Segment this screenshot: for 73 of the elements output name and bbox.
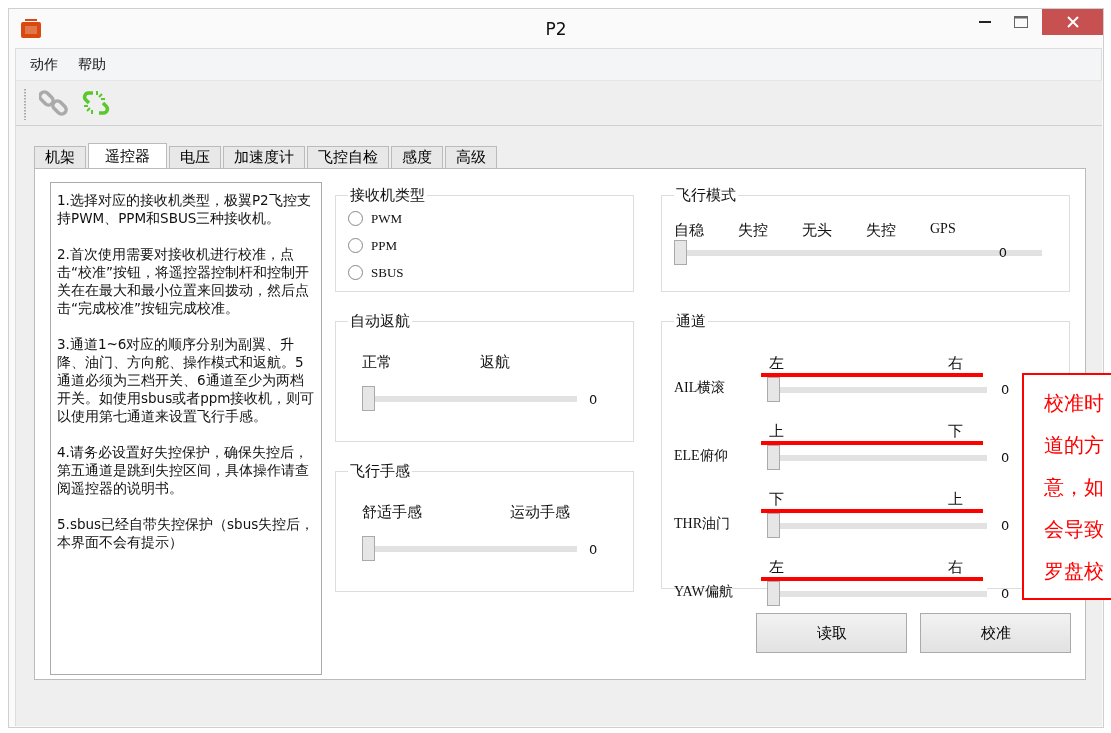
group-title: 接收机类型: [349, 186, 426, 205]
toolbar-grip: [24, 86, 27, 120]
slider-label: 上: [769, 422, 784, 441]
channel-label: THR油门: [674, 515, 731, 533]
minimize-icon: [979, 20, 991, 24]
slider-value: 0: [1001, 382, 1010, 399]
tab[interactable]: 高级: [445, 146, 497, 168]
slider-label: 正常: [362, 353, 392, 372]
window-title: P2: [544, 18, 568, 39]
slider-label: 运动手感: [510, 503, 570, 522]
callout-text: 意，如: [1044, 474, 1105, 501]
radio-label: PWM: [371, 210, 403, 227]
callout-text: 会导致: [1044, 516, 1105, 543]
callout-text: 校准时: [1044, 390, 1105, 417]
slider-label: 左: [769, 558, 784, 577]
slider-label: 舒适手感: [362, 503, 422, 522]
mode-label: 失控: [738, 221, 768, 240]
tab[interactable]: 加速度计: [223, 146, 305, 168]
mode-label: GPS: [930, 221, 956, 238]
group-title: 飞行模式: [675, 186, 737, 205]
group-title: 飞行手感: [349, 462, 411, 481]
slider-thumb[interactable]: [362, 386, 375, 411]
slider-label: 左: [769, 354, 784, 373]
help-paragraph: 5.sbus已经自带失控保护（sbus失控后，本界面不会有提示）: [57, 515, 315, 551]
app-logo-icon: [21, 18, 41, 39]
radio-label: PPM: [371, 237, 398, 254]
help-paragraph: 4.请务必设置好失控保护，确保失控后，第五通道是跳到失控区间，具体操作请查阅遥控器的说明书。: [57, 443, 310, 497]
tab[interactable]: 遥控器: [88, 143, 167, 168]
slider-value: 0: [589, 541, 598, 557]
group-title: 自动返航: [349, 312, 411, 331]
group-title: 通道: [675, 312, 707, 331]
help-paragraph: 1.选择对应的接收机类型，极翼P2飞控支持PWM、PPM和SBUS三种接收机。: [57, 191, 312, 227]
slider-label: 下: [948, 422, 963, 441]
channel-label: YAW偏航: [674, 583, 734, 601]
tab[interactable]: 机架: [34, 146, 86, 168]
slider-label: 返航: [480, 353, 510, 372]
tab[interactable]: 电压: [169, 146, 221, 168]
tab[interactable]: 飞控自检: [307, 146, 389, 168]
channel-label: AIL横滚: [674, 379, 727, 397]
push-button[interactable]: 校准: [920, 613, 1071, 653]
slider-value: 0: [1001, 518, 1010, 535]
slider-value: 0: [998, 245, 1007, 260]
slider-thumb[interactable]: [362, 536, 375, 561]
slider-thumb[interactable]: [674, 240, 687, 265]
help-paragraph: 2.首次使用需要对接收机进行校准，点击“校准”按钮，将遥控器控制杆和控制开关在在最大和最小位置来回拨动，然后点击“完成校准”按钮完成校准。: [57, 245, 310, 317]
help-paragraph: 3.通道1~6对应的顺序分别为副翼、升降、油门、方向舵、操作模式和返航。5通道必须为三档开关、6通道至少为两档开关。如使用sbus或者ppm接收机，则可以使用第七通道来设置飞行手感。: [57, 335, 315, 425]
menu-item[interactable]: 动作: [30, 55, 58, 74]
radio-label: SBUS: [371, 264, 404, 281]
maximize-icon: [1014, 16, 1028, 28]
close-button[interactable]: [1042, 9, 1103, 35]
push-button[interactable]: 读取: [756, 613, 907, 653]
slider-label: 右: [948, 558, 963, 577]
close-icon: [1066, 16, 1079, 28]
slider-thumb[interactable]: [767, 445, 780, 470]
mode-label: 无头: [802, 221, 832, 240]
broken-chain-icon[interactable]: [81, 88, 111, 118]
tab[interactable]: 感度: [391, 146, 443, 168]
slider-thumb[interactable]: [767, 581, 780, 606]
channel-label: ELE俯仰: [674, 447, 729, 465]
chain-link-icon[interactable]: [39, 88, 69, 118]
mode-label: 失控: [866, 221, 896, 240]
callout-text: 罗盘校: [1044, 558, 1105, 585]
slider-label: 右: [948, 354, 963, 373]
mode-label: 自稳: [674, 221, 704, 240]
slider-value: 0: [1001, 586, 1010, 603]
slider-thumb[interactable]: [767, 377, 780, 402]
slider-label: 下: [769, 490, 784, 509]
callout-text: 道的方: [1044, 432, 1105, 459]
slider-thumb[interactable]: [767, 513, 780, 538]
slider-value: 0: [1001, 450, 1010, 467]
slider-value: 0: [589, 391, 598, 407]
slider-label: 上: [948, 490, 963, 509]
menu-item[interactable]: 帮助: [78, 55, 106, 74]
